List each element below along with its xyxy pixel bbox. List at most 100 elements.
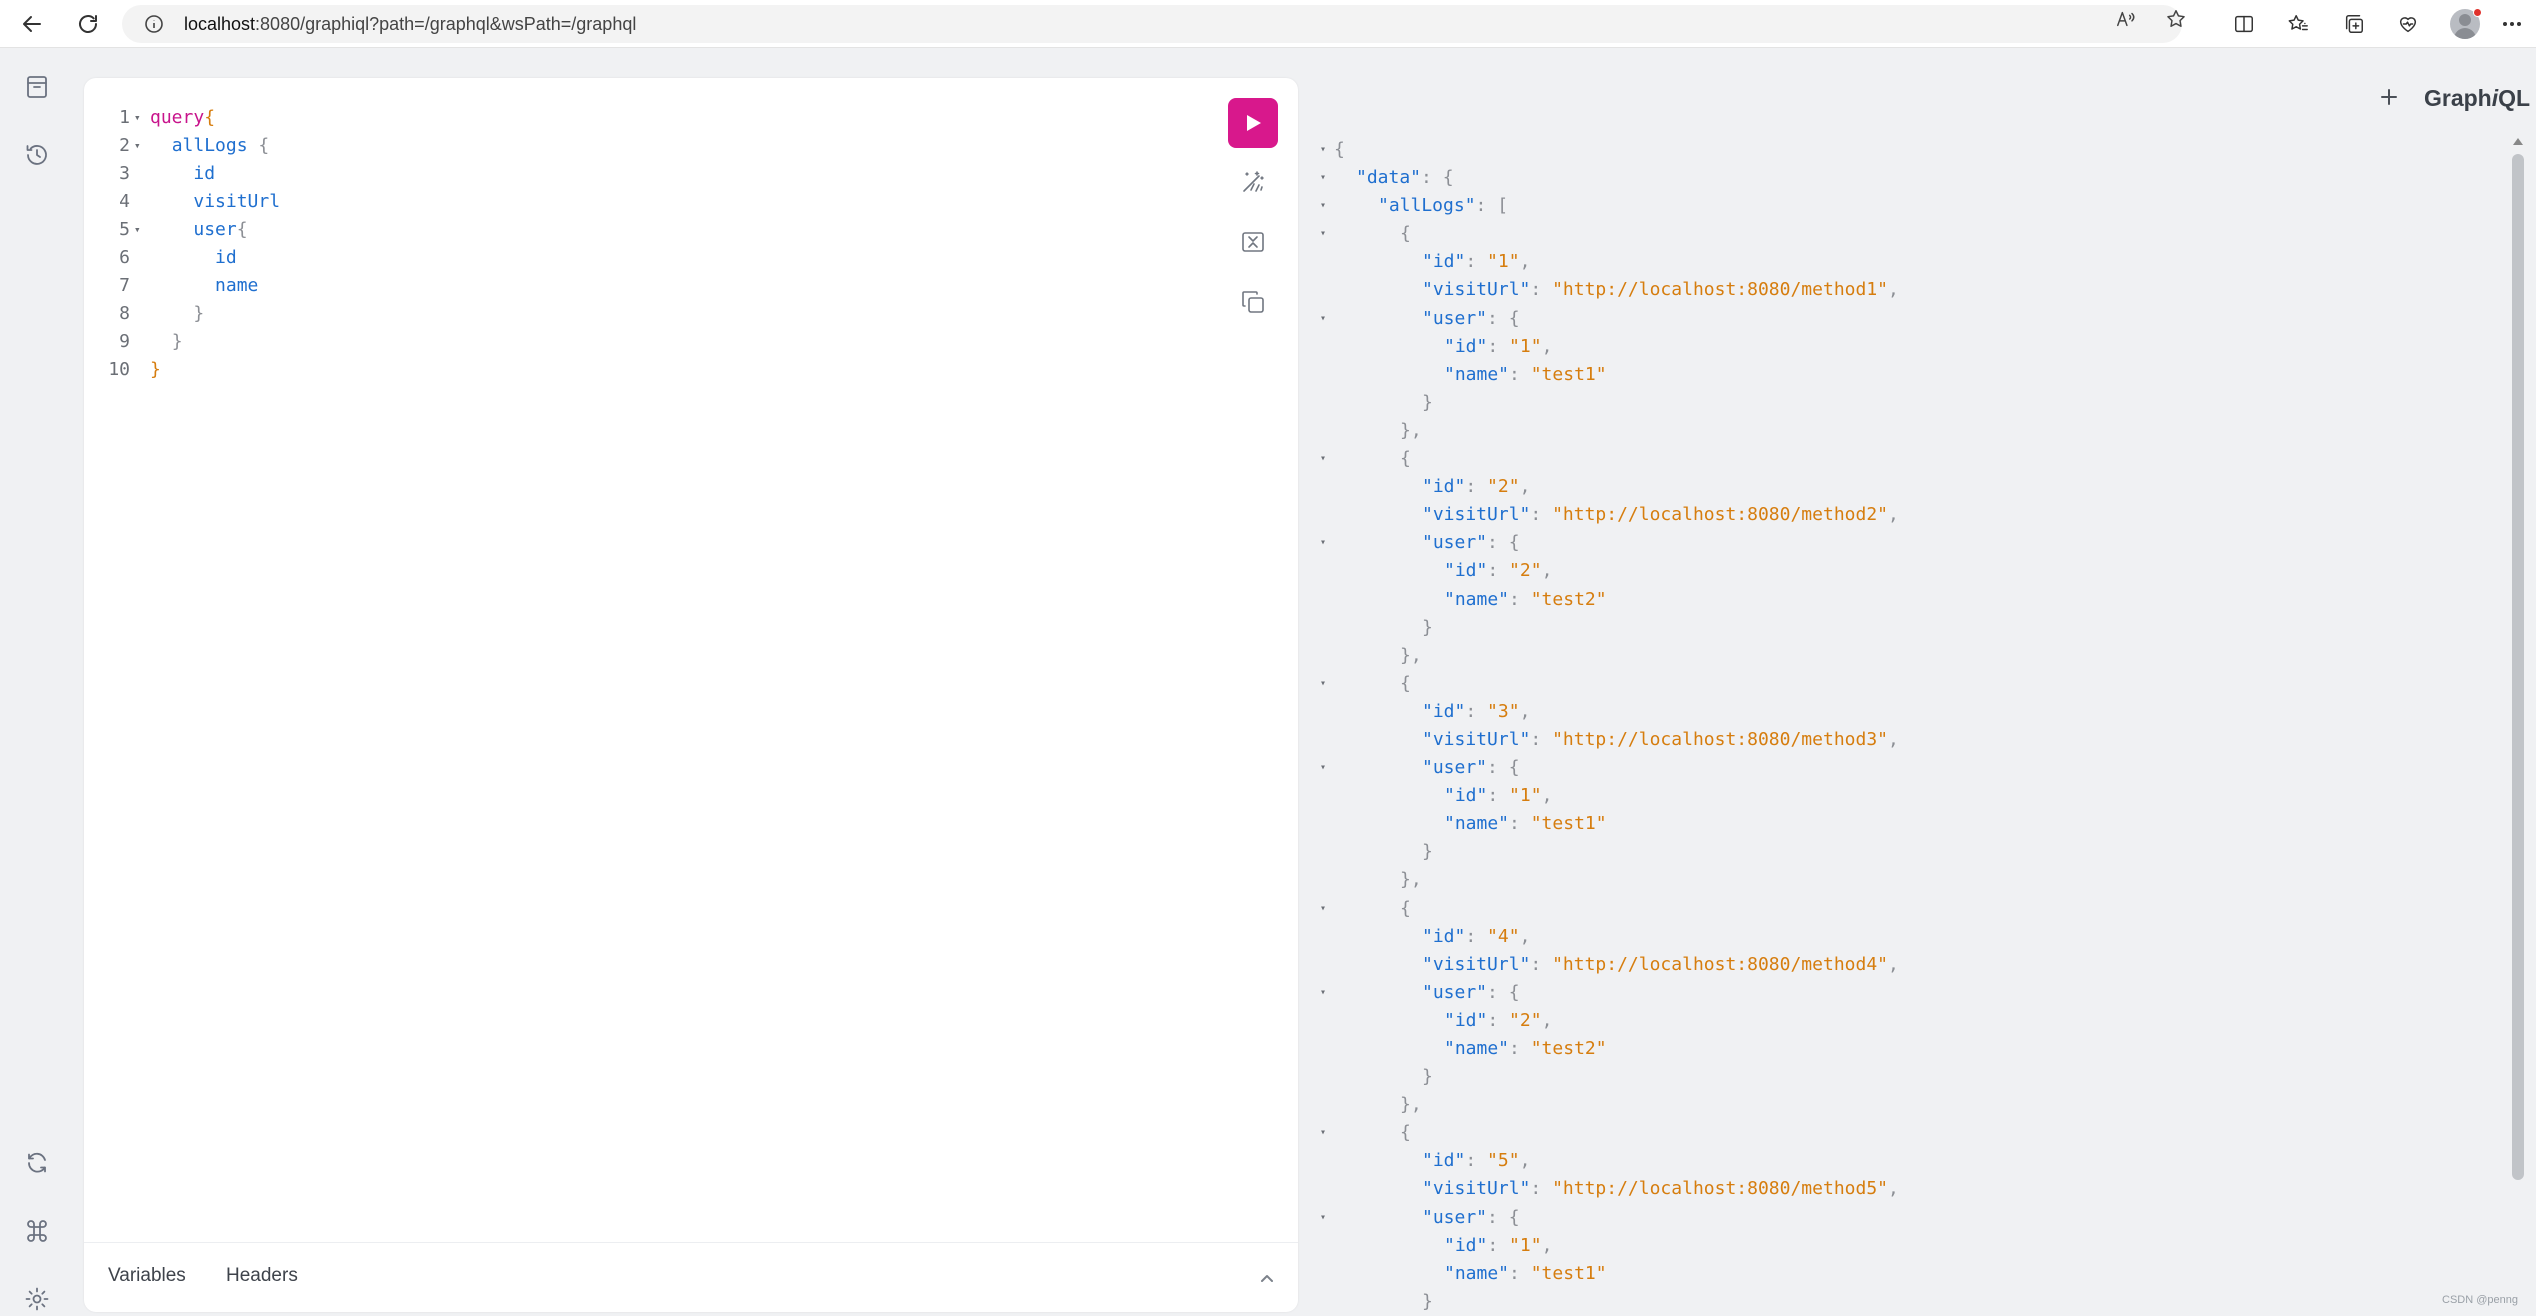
result-token: "2" <box>1509 560 1542 582</box>
back-arrow-icon[interactable] <box>14 6 50 42</box>
result-token: "1" <box>1509 335 1542 357</box>
result-token: { <box>1334 139 1345 160</box>
result-token: , <box>1888 728 1899 750</box>
fold-arrow-icon[interactable]: ▾ <box>1320 670 1326 698</box>
fold-arrow-icon[interactable]: ▾ <box>1320 1204 1326 1232</box>
code-token: query <box>150 107 205 128</box>
settings-icon[interactable] <box>22 1284 52 1314</box>
fold-arrow-icon[interactable]: ▾ <box>1320 529 1326 557</box>
result-token: "id" <box>1444 785 1488 807</box>
fold-arrow-icon[interactable]: ▾ <box>1320 1119 1326 1147</box>
fold-arrow-icon[interactable]: ▾ <box>134 132 141 160</box>
result-token: "http://localhost:8080/method4" <box>1552 953 1889 975</box>
more-menu-icon[interactable] <box>2500 10 2524 38</box>
result-token: , <box>1541 335 1553 357</box>
result-scrollbar[interactable] <box>2510 138 2526 1316</box>
code-line[interactable]: 8 } <box>84 300 1184 328</box>
code-text: id <box>150 244 237 272</box>
code-line[interactable]: 1 ▾ query{ <box>84 104 1184 132</box>
split-screen-icon[interactable] <box>2230 10 2258 38</box>
result-text: "id": "2", <box>1334 557 1552 585</box>
collections-icon[interactable] <box>2340 10 2368 38</box>
merge-fragments-icon[interactable] <box>1233 222 1273 262</box>
result-token: , <box>1888 953 1899 975</box>
result-token: : <box>1530 1178 1553 1200</box>
address-bar[interactable]: localhost:8080/graphiql?path=/graphql&ws… <box>122 5 2182 43</box>
result-token: "id" <box>1422 925 1466 947</box>
fold-arrow-icon[interactable]: ▾ <box>134 104 141 132</box>
fold-arrow-icon[interactable]: ▾ <box>1320 754 1326 782</box>
result-token: , <box>1541 785 1553 807</box>
code-text: user{ <box>150 216 247 244</box>
result-token: }, <box>1400 869 1422 891</box>
result-text: } <box>1334 838 1433 866</box>
favorites-icon[interactable] <box>2284 10 2312 38</box>
result-text: "user": { <box>1334 305 1520 333</box>
url-text[interactable]: localhost:8080/graphiql?path=/graphql&ws… <box>184 5 636 43</box>
code-line[interactable]: 3 id <box>84 160 1184 188</box>
code-line[interactable]: 2 ▾ allLogs { <box>84 132 1184 160</box>
refetch-schema-icon[interactable] <box>22 1148 52 1178</box>
result-token: : <box>1509 1262 1531 1284</box>
add-tab-button[interactable] <box>2376 84 2402 110</box>
result-token: } <box>1422 841 1433 863</box>
docs-icon[interactable] <box>22 72 52 102</box>
fold-arrow-icon[interactable]: ▾ <box>1320 136 1326 164</box>
result-token: } <box>1422 1066 1433 1088</box>
result-token: "id" <box>1422 1150 1466 1172</box>
fold-arrow-icon[interactable]: ▾ <box>1320 305 1326 333</box>
result-token: { <box>1400 897 1411 919</box>
scroll-thumb[interactable] <box>2512 154 2524 1180</box>
info-icon[interactable] <box>144 14 164 34</box>
history-icon[interactable] <box>22 140 52 170</box>
code-line[interactable]: 5 ▾ user{ <box>84 216 1184 244</box>
result-token: , <box>1519 700 1531 722</box>
result-text: { <box>1334 670 1411 698</box>
result-token: } <box>1422 391 1433 413</box>
browser-essentials-icon[interactable] <box>2394 10 2422 38</box>
result-text: "id": "1", <box>1334 782 1552 810</box>
editor-tools-tabs: Variables Headers <box>84 1242 1298 1312</box>
prettify-icon[interactable] <box>1233 162 1273 202</box>
result-token: , <box>1519 251 1531 273</box>
code-line[interactable]: 9 } <box>84 328 1184 356</box>
fold-arrow-icon[interactable]: ▾ <box>1320 979 1326 1007</box>
fold-arrow-icon[interactable]: ▾ <box>1320 220 1326 248</box>
result-token: "http://localhost:8080/method2" <box>1552 504 1889 526</box>
watermark: CSDN @penng <box>2442 1294 2518 1306</box>
fold-arrow-icon[interactable]: ▾ <box>1320 895 1326 923</box>
result-token: }, <box>1400 419 1422 441</box>
code-line[interactable]: 6 id <box>84 244 1184 272</box>
result-token: , <box>1888 504 1899 526</box>
code-token: id <box>215 247 237 268</box>
tab-variables[interactable]: Variables <box>108 1265 186 1287</box>
line-number: 5 <box>119 219 130 240</box>
fold-arrow-icon[interactable]: ▾ <box>1320 445 1326 473</box>
fold-arrow-icon[interactable]: ▾ <box>1320 192 1326 220</box>
browser-toolbar: localhost:8080/graphiql?path=/graphql&ws… <box>0 0 2536 48</box>
result-token: "1" <box>1487 251 1520 273</box>
read-aloud-icon[interactable] <box>2114 7 2138 31</box>
chevron-up-icon[interactable] <box>1256 1267 1278 1289</box>
tab-headers[interactable]: Headers <box>226 1265 298 1287</box>
result-text: { <box>1334 136 1345 164</box>
keyboard-shortcuts-icon[interactable] <box>22 1216 52 1246</box>
fold-arrow-icon[interactable]: ▾ <box>134 216 141 244</box>
code-token: { <box>247 135 270 156</box>
result-token: : { <box>1487 757 1520 779</box>
scroll-up-arrow-icon[interactable] <box>2513 138 2523 145</box>
query-editor[interactable]: 1 ▾ query{2 ▾ allLogs {3 id 4 visitUrl 5 ▾ use… <box>84 104 1184 384</box>
result-token: : { <box>1487 532 1520 554</box>
code-line[interactable]: 7 name <box>84 272 1184 300</box>
run-query-button[interactable] <box>1228 98 1278 148</box>
fold-arrow-icon[interactable]: ▾ <box>1320 164 1326 192</box>
reload-icon[interactable] <box>70 6 106 42</box>
code-line[interactable]: 4 visitUrl <box>84 188 1184 216</box>
copy-icon[interactable] <box>1233 282 1273 322</box>
result-text: "id": "2", <box>1334 1007 1552 1035</box>
result-text: { <box>1334 895 1411 923</box>
code-line[interactable]: 10} <box>84 356 1184 384</box>
star-icon[interactable] <box>2164 7 2188 31</box>
